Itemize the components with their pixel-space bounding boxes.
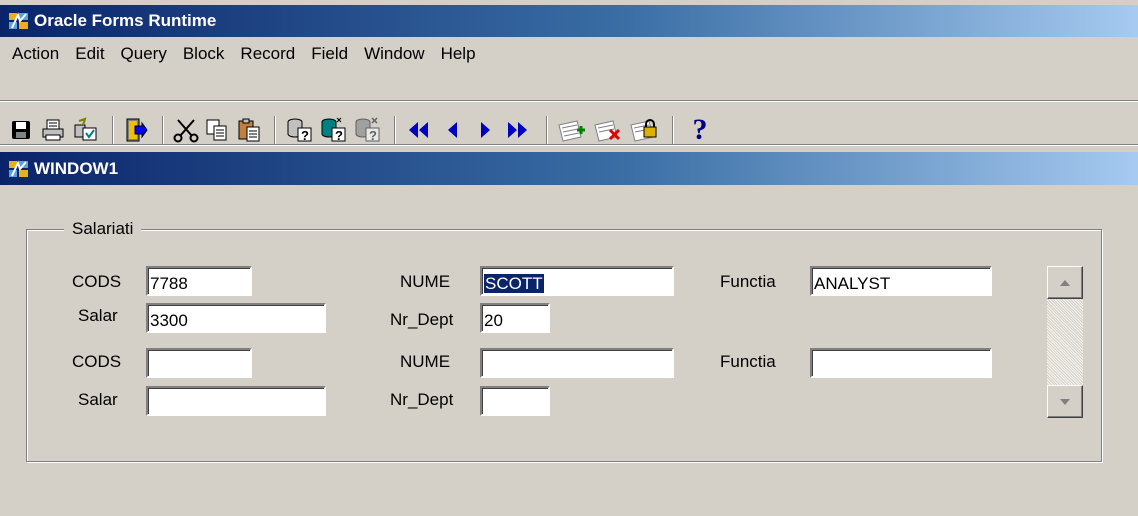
toolbar-separator [162,116,164,146]
scroll-down-button[interactable] [1047,385,1083,418]
delete-record-icon [594,120,621,142]
functia-field[interactable]: ANALYST [810,266,992,296]
menu-edit[interactable]: Edit [67,41,112,67]
menu-help[interactable]: Help [433,41,484,67]
next-record-icon [481,122,490,138]
cancel-query-icon: ? [355,117,380,143]
cods-label: CODS [72,352,122,371]
cods-label: CODS [72,272,122,291]
toolbar-top-divider [0,100,1138,102]
paste-icon [238,118,260,142]
oracle-forms-icon [9,159,28,177]
functia-label: Functia [720,272,776,291]
execute-query-icon: ? [321,117,346,143]
toolbar-separator [394,116,396,146]
salar-label: Salar [78,390,118,409]
salar-value: 3300 [150,311,188,330]
cods-value: 7788 [150,274,188,293]
clear-form-icon [74,117,97,141]
toolbar-separator [546,116,548,146]
functia-field[interactable] [810,348,992,378]
toolbar-bottom-divider [0,144,1138,146]
window1-title-bar[interactable]: WINDOW1 [0,152,1138,185]
app-title-bar[interactable]: Oracle Forms Runtime [0,5,1138,37]
svg-text:?: ? [335,128,343,143]
functia-value: ANALYST [814,274,891,293]
previous-record-icon [448,122,457,138]
app-title: Oracle Forms Runtime [34,11,217,30]
menu-window[interactable]: Window [356,41,432,67]
toolbar-separator [274,116,276,146]
window-title: WINDOW1 [34,158,119,178]
salar-field[interactable] [146,386,326,416]
functia-label: Functia [720,352,776,371]
save-icon [12,121,30,139]
menu-query[interactable]: Query [113,41,175,67]
previous-block-icon [409,122,428,138]
nr-dept-field[interactable]: 20 [480,303,550,333]
salar-field[interactable]: 3300 [146,303,326,333]
frame-title: Salariati [64,219,142,239]
nume-value-selected: SCOTT [484,274,544,293]
menu-bar: Action Edit Query Block Record Field Win… [4,41,484,67]
nume-label: NUME [400,352,451,371]
enter-query-icon: ? [287,118,312,143]
arrow-down-icon [1060,398,1070,405]
svg-text:?: ? [301,128,309,143]
help-icon: ? [692,113,708,146]
nr-dept-label: Nr_Dept [390,390,454,409]
lock-record-icon [630,119,657,142]
nr-dept-value: 20 [484,311,503,330]
arrow-up-icon [1060,279,1070,286]
exit-icon [126,118,148,142]
insert-record-icon [558,120,585,142]
toolbar-separator [672,116,674,146]
oracle-forms-icon [9,12,28,29]
nume-label: NUME [400,272,451,291]
print-icon [42,119,64,141]
salar-label: Salar [78,306,118,325]
nr-dept-field[interactable] [480,386,550,416]
menu-field[interactable]: Field [303,41,356,67]
svg-text:?: ? [369,128,377,143]
nume-field[interactable]: SCOTT [480,266,674,296]
scroll-up-button[interactable] [1047,266,1083,299]
cut-icon [173,119,199,143]
menu-block[interactable]: Block [175,41,233,67]
menu-record[interactable]: Record [232,41,303,67]
copy-icon [206,119,227,141]
salariati-frame [26,229,1102,462]
cods-field[interactable]: 7788 [146,266,252,296]
cods-field[interactable] [146,348,252,378]
menu-action[interactable]: Action [4,41,67,67]
next-block-icon [508,122,527,138]
toolbar-separator [112,116,114,146]
nr-dept-label: Nr_Dept [390,310,454,329]
nume-field[interactable] [480,348,674,378]
